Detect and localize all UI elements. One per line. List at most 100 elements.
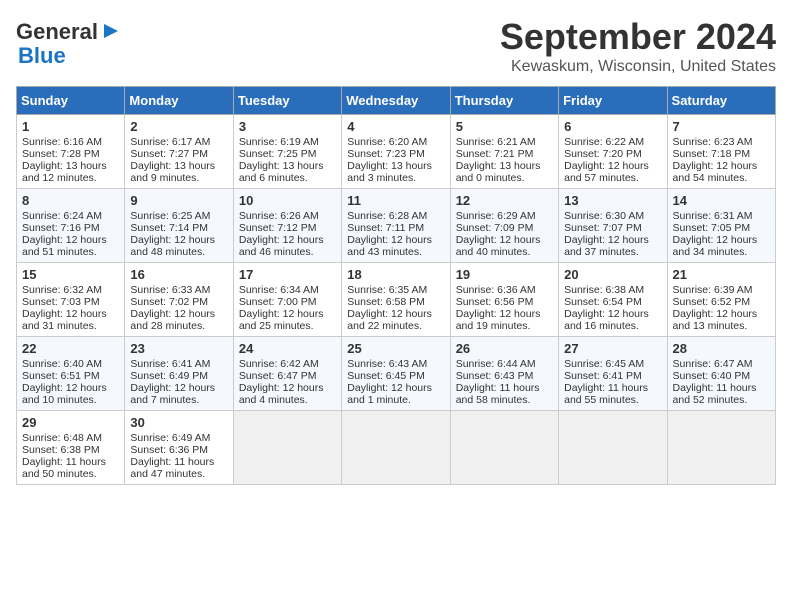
day-number: 26 [456,341,553,356]
calendar-cell: 3 Sunrise: 6:19 AM Sunset: 7:25 PM Dayli… [233,115,341,189]
daylight-label: Daylight: 11 hours and 52 minutes. [673,382,757,406]
calendar-cell: 19 Sunrise: 6:36 AM Sunset: 6:56 PM Dayl… [450,263,558,337]
sunset-label: Sunset: 6:40 PM [673,370,751,382]
sunset-label: Sunset: 7:00 PM [239,296,317,308]
calendar-cell: 29 Sunrise: 6:48 AM Sunset: 6:38 PM Dayl… [17,411,125,485]
sunrise-label: Sunrise: 6:21 AM [456,136,536,148]
daylight-label: Daylight: 12 hours and 22 minutes. [347,308,432,332]
calendar-week-row: 1 Sunrise: 6:16 AM Sunset: 7:28 PM Dayli… [17,115,776,189]
day-number: 22 [22,341,119,356]
day-number: 5 [456,119,553,134]
calendar-cell [342,411,450,485]
day-number: 10 [239,193,336,208]
day-number: 11 [347,193,444,208]
day-number: 29 [22,415,119,430]
daylight-label: Daylight: 12 hours and 1 minute. [347,382,432,406]
sunset-label: Sunset: 7:23 PM [347,148,425,160]
daylight-label: Daylight: 11 hours and 55 minutes. [564,382,648,406]
sunset-label: Sunset: 7:09 PM [456,222,534,234]
daylight-label: Daylight: 13 hours and 12 minutes. [22,160,107,184]
calendar-week-row: 8 Sunrise: 6:24 AM Sunset: 7:16 PM Dayli… [17,189,776,263]
calendar-cell: 25 Sunrise: 6:43 AM Sunset: 6:45 PM Dayl… [342,337,450,411]
logo: General Blue [16,20,122,68]
weekday-header-thursday: Thursday [450,87,558,115]
sunrise-label: Sunrise: 6:23 AM [673,136,753,148]
sunset-label: Sunset: 6:41 PM [564,370,642,382]
logo-blue-text: Blue [18,43,66,68]
daylight-label: Daylight: 12 hours and 48 minutes. [130,234,215,258]
calendar-cell: 11 Sunrise: 6:28 AM Sunset: 7:11 PM Dayl… [342,189,450,263]
day-number: 20 [564,267,661,282]
weekday-header-saturday: Saturday [667,87,775,115]
day-number: 30 [130,415,227,430]
day-number: 28 [673,341,770,356]
calendar-cell: 4 Sunrise: 6:20 AM Sunset: 7:23 PM Dayli… [342,115,450,189]
calendar-cell: 12 Sunrise: 6:29 AM Sunset: 7:09 PM Dayl… [450,189,558,263]
calendar-cell: 24 Sunrise: 6:42 AM Sunset: 6:47 PM Dayl… [233,337,341,411]
daylight-label: Daylight: 12 hours and 16 minutes. [564,308,649,332]
sunset-label: Sunset: 7:25 PM [239,148,317,160]
sunrise-label: Sunrise: 6:20 AM [347,136,427,148]
sunrise-label: Sunrise: 6:32 AM [22,284,102,296]
sunset-label: Sunset: 6:54 PM [564,296,642,308]
calendar-cell [233,411,341,485]
sunset-label: Sunset: 7:14 PM [130,222,208,234]
daylight-label: Daylight: 12 hours and 7 minutes. [130,382,215,406]
title-area: September 2024 Kewaskum, Wisconsin, Unit… [500,16,776,76]
logo-text: General [16,20,98,44]
sunset-label: Sunset: 7:20 PM [564,148,642,160]
day-number: 27 [564,341,661,356]
calendar-cell [450,411,558,485]
day-number: 2 [130,119,227,134]
sunrise-label: Sunrise: 6:26 AM [239,210,319,222]
day-number: 3 [239,119,336,134]
sunrise-label: Sunrise: 6:47 AM [673,358,753,370]
sunrise-label: Sunrise: 6:33 AM [130,284,210,296]
calendar-cell: 1 Sunrise: 6:16 AM Sunset: 7:28 PM Dayli… [17,115,125,189]
sunset-label: Sunset: 6:36 PM [130,444,208,456]
daylight-label: Daylight: 12 hours and 28 minutes. [130,308,215,332]
sunrise-label: Sunrise: 6:49 AM [130,432,210,444]
calendar-cell [667,411,775,485]
calendar-week-row: 22 Sunrise: 6:40 AM Sunset: 6:51 PM Dayl… [17,337,776,411]
location-title: Kewaskum, Wisconsin, United States [500,58,776,76]
sunset-label: Sunset: 6:49 PM [130,370,208,382]
calendar-cell: 13 Sunrise: 6:30 AM Sunset: 7:07 PM Dayl… [559,189,667,263]
calendar-cell: 6 Sunrise: 6:22 AM Sunset: 7:20 PM Dayli… [559,115,667,189]
page-header: General Blue September 2024 Kewaskum, Wi… [16,16,776,76]
day-number: 9 [130,193,227,208]
calendar-cell: 21 Sunrise: 6:39 AM Sunset: 6:52 PM Dayl… [667,263,775,337]
sunrise-label: Sunrise: 6:36 AM [456,284,536,296]
sunset-label: Sunset: 7:21 PM [456,148,534,160]
sunrise-label: Sunrise: 6:40 AM [22,358,102,370]
day-number: 4 [347,119,444,134]
sunrise-label: Sunrise: 6:48 AM [22,432,102,444]
calendar-cell: 9 Sunrise: 6:25 AM Sunset: 7:14 PM Dayli… [125,189,233,263]
month-title: September 2024 [500,16,776,58]
calendar-cell: 15 Sunrise: 6:32 AM Sunset: 7:03 PM Dayl… [17,263,125,337]
sunrise-label: Sunrise: 6:42 AM [239,358,319,370]
calendar-cell: 14 Sunrise: 6:31 AM Sunset: 7:05 PM Dayl… [667,189,775,263]
daylight-label: Daylight: 13 hours and 6 minutes. [239,160,324,184]
sunset-label: Sunset: 7:16 PM [22,222,100,234]
calendar-cell: 8 Sunrise: 6:24 AM Sunset: 7:16 PM Dayli… [17,189,125,263]
daylight-label: Daylight: 12 hours and 43 minutes. [347,234,432,258]
sunrise-label: Sunrise: 6:17 AM [130,136,210,148]
calendar-table: SundayMondayTuesdayWednesdayThursdayFrid… [16,86,776,485]
sunrise-label: Sunrise: 6:38 AM [564,284,644,296]
sunrise-label: Sunrise: 6:19 AM [239,136,319,148]
sunrise-label: Sunrise: 6:25 AM [130,210,210,222]
sunrise-label: Sunrise: 6:30 AM [564,210,644,222]
sunset-label: Sunset: 7:27 PM [130,148,208,160]
sunset-label: Sunset: 7:03 PM [22,296,100,308]
calendar-cell: 18 Sunrise: 6:35 AM Sunset: 6:58 PM Dayl… [342,263,450,337]
weekday-header-friday: Friday [559,87,667,115]
sunrise-label: Sunrise: 6:31 AM [673,210,753,222]
weekday-header-row: SundayMondayTuesdayWednesdayThursdayFrid… [17,87,776,115]
daylight-label: Daylight: 13 hours and 3 minutes. [347,160,432,184]
daylight-label: Daylight: 12 hours and 34 minutes. [673,234,758,258]
sunrise-label: Sunrise: 6:43 AM [347,358,427,370]
daylight-label: Daylight: 13 hours and 0 minutes. [456,160,541,184]
sunset-label: Sunset: 7:28 PM [22,148,100,160]
day-number: 7 [673,119,770,134]
